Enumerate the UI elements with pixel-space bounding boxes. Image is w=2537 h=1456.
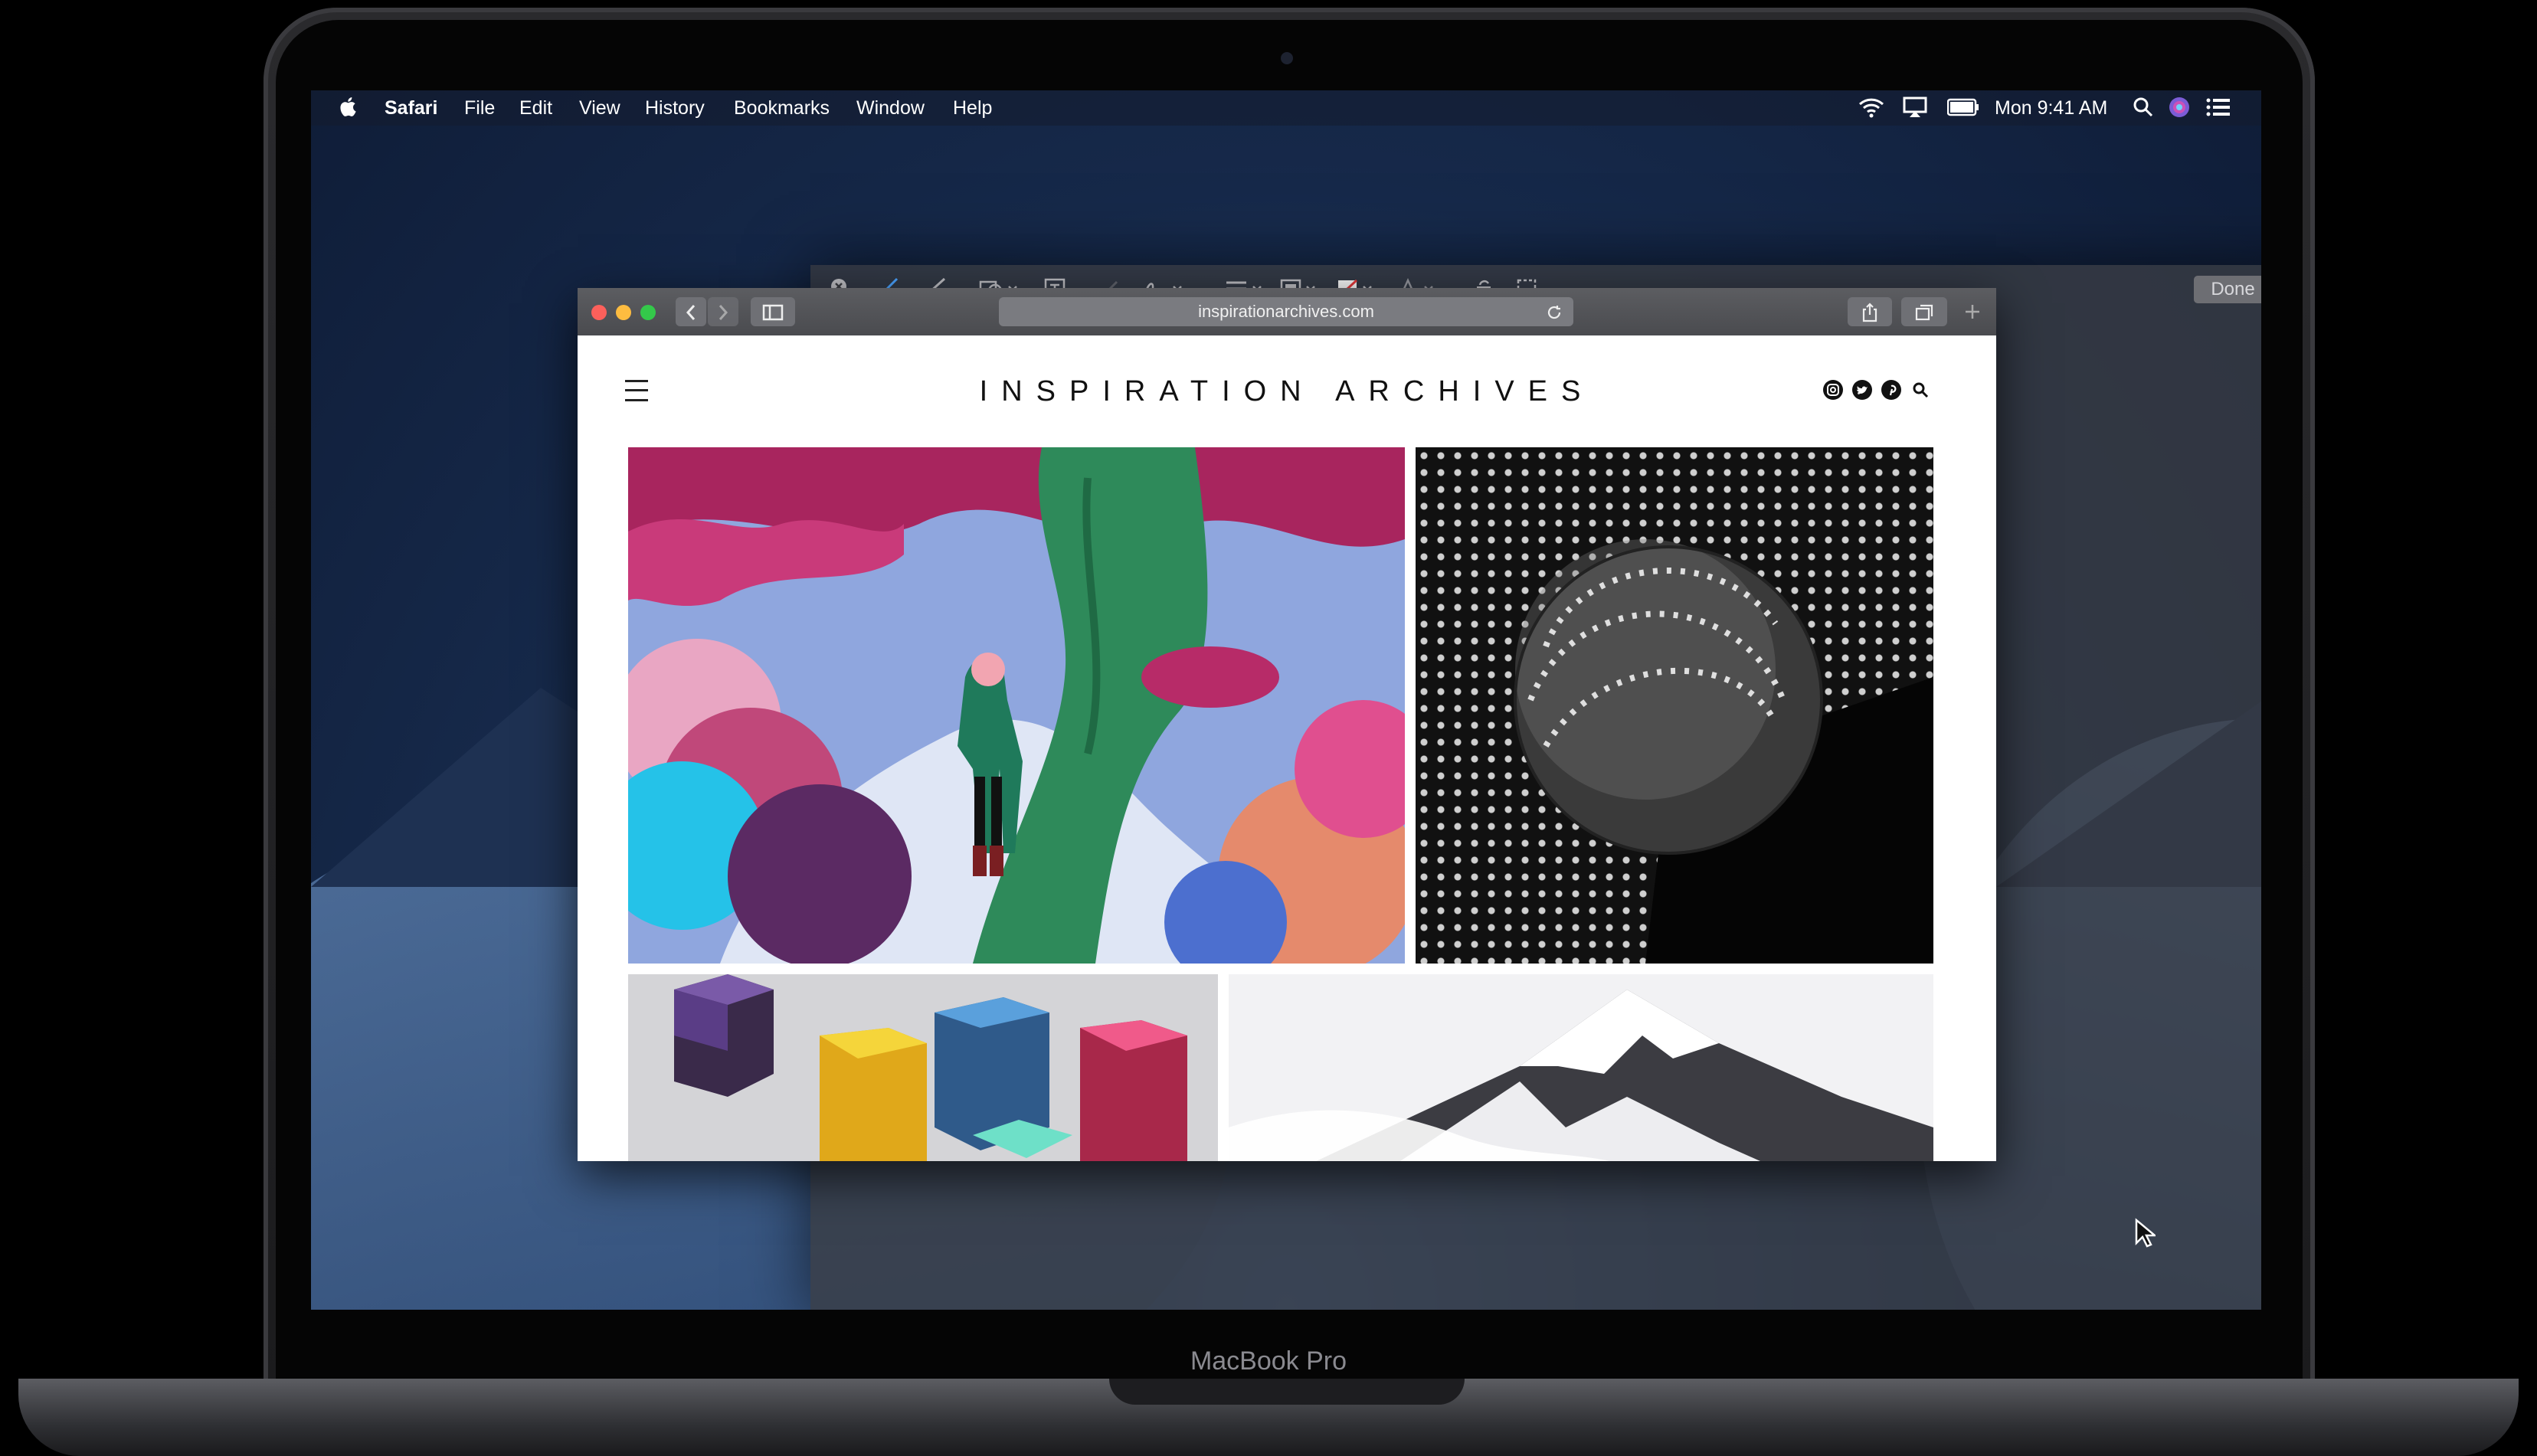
site-title[interactable]: INSPIRATION ARCHIVES — [578, 375, 1996, 408]
menu-window[interactable]: Window — [856, 97, 925, 119]
dotted-sphere-image[interactable] — [1416, 447, 1933, 964]
address-bar[interactable]: inspirationarchives.com — [999, 297, 1573, 326]
tabs-button[interactable] — [1901, 297, 1947, 326]
tabs-icon — [1915, 304, 1933, 320]
safari-window: inspirationarchives.com INSPIRATION ARCH… — [578, 288, 1996, 1161]
mouse-cursor-icon — [2134, 1218, 2158, 1252]
safari-toolbar: inspirationarchives.com — [578, 288, 1996, 335]
menu-history[interactable]: History — [645, 97, 705, 119]
chevron-left-icon — [686, 304, 696, 320]
share-button[interactable] — [1848, 297, 1892, 326]
plus-icon[interactable] — [1962, 302, 1982, 326]
zoom-window-button[interactable] — [640, 305, 656, 320]
menu-help[interactable]: Help — [953, 97, 992, 119]
wifi-icon[interactable] — [1858, 97, 1884, 123]
sidebar-icon — [762, 304, 784, 320]
menu-app-name[interactable]: Safari — [385, 97, 437, 119]
chevron-right-icon — [719, 304, 728, 320]
search-icon[interactable] — [1910, 380, 1930, 400]
airplay-icon[interactable] — [1903, 97, 1927, 123]
laptop-opening-notch — [1109, 1379, 1465, 1405]
twitter-icon[interactable] — [1852, 380, 1872, 400]
device-brand-label: MacBook Pro — [1190, 1346, 1347, 1376]
web-page: INSPIRATION ARCHIVES — [578, 335, 1996, 1161]
menu-bar: Safari File Edit View History Bookmarks … — [311, 90, 2261, 126]
apple-logo-icon[interactable] — [340, 95, 358, 123]
url-text: inspirationarchives.com — [1198, 302, 1374, 321]
minimize-window-button[interactable] — [616, 305, 631, 320]
menubar-clock[interactable]: Mon 9:41 AM — [1995, 97, 2107, 119]
camera — [1281, 52, 1293, 64]
sidebar-button[interactable] — [751, 297, 795, 326]
instagram-icon[interactable] — [1823, 380, 1843, 400]
spotlight-icon[interactable] — [2133, 97, 2154, 123]
menu-edit[interactable]: Edit — [519, 97, 552, 119]
notification-center-icon[interactable] — [2206, 97, 2231, 123]
battery-icon[interactable] — [1946, 98, 1979, 122]
forest-illustration-image[interactable] — [628, 447, 1405, 964]
siri-icon[interactable] — [2168, 96, 2191, 124]
done-button[interactable]: Done — [2194, 276, 2261, 303]
menu-bookmarks[interactable]: Bookmarks — [734, 97, 830, 119]
pinterest-icon[interactable] — [1881, 380, 1901, 400]
close-window-button[interactable] — [591, 305, 607, 320]
menu-view[interactable]: View — [579, 97, 620, 119]
snowy-mountain-image[interactable] — [1229, 974, 1933, 1161]
reload-icon[interactable] — [1546, 297, 1563, 326]
back-button[interactable] — [676, 297, 706, 326]
menu-file[interactable]: File — [464, 97, 495, 119]
colored-cubes-image[interactable] — [628, 974, 1218, 1161]
share-icon — [1862, 303, 1877, 322]
forward-button[interactable] — [708, 297, 738, 326]
